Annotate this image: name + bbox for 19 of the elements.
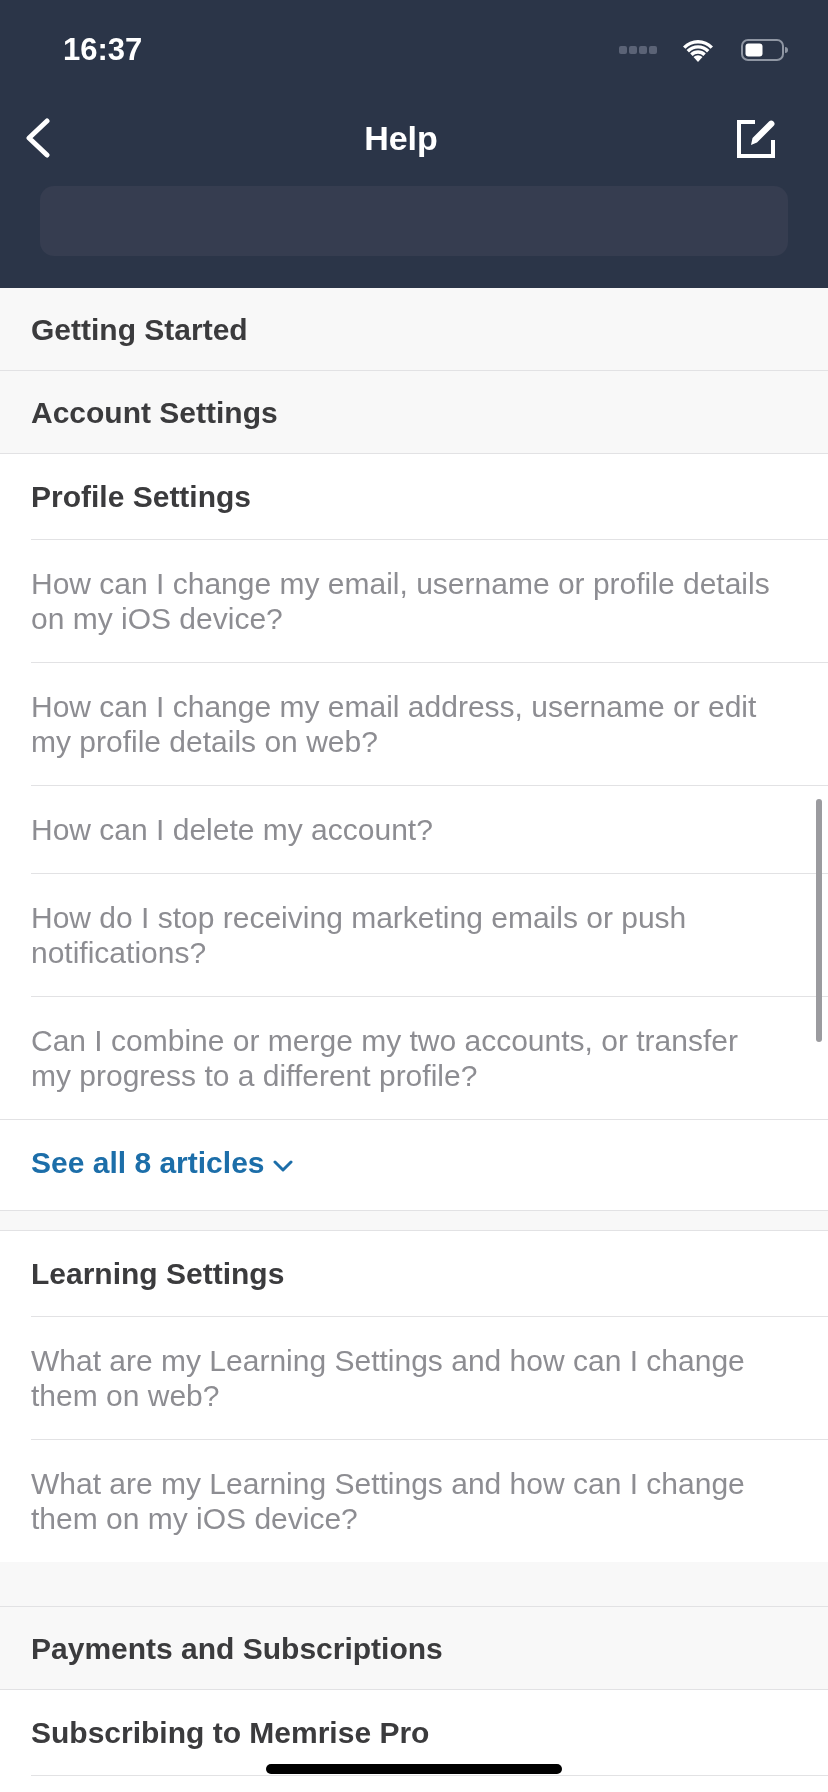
category-row[interactable]: Getting Started (0, 288, 828, 371)
chevron-down-icon (272, 1159, 293, 1172)
category-row[interactable]: Account Settings (0, 371, 828, 454)
wifi-icon (682, 38, 714, 62)
article-link[interactable]: Can I combine or merge my two accounts, or transfer my progress to a different profile? (31, 997, 828, 1119)
see-all-link[interactable]: See all 8 articles (31, 1145, 293, 1180)
back-icon[interactable] (25, 118, 51, 158)
article-link[interactable]: How can I change my email, username or profile details on my iOS device? (31, 540, 828, 663)
battery-icon (741, 39, 788, 61)
category-row[interactable]: Payments and Subscriptions (0, 1607, 828, 1690)
compose-icon[interactable] (737, 118, 777, 158)
signal-icon (619, 46, 657, 54)
section-link[interactable]: Learning Settings (31, 1231, 828, 1317)
article-link[interactable]: What are my Learning Settings and how can I change them on web? (31, 1317, 828, 1440)
section-link[interactable]: Profile Settings (31, 454, 828, 540)
article-link[interactable]: How can I change my email address, username or edit my profile details on web? (31, 663, 828, 786)
article-link[interactable]: What are my Learning Settings and how can I change them on my iOS device? (31, 1440, 828, 1562)
page-title: Help (364, 118, 438, 158)
status-time: 16:37 (63, 32, 143, 68)
